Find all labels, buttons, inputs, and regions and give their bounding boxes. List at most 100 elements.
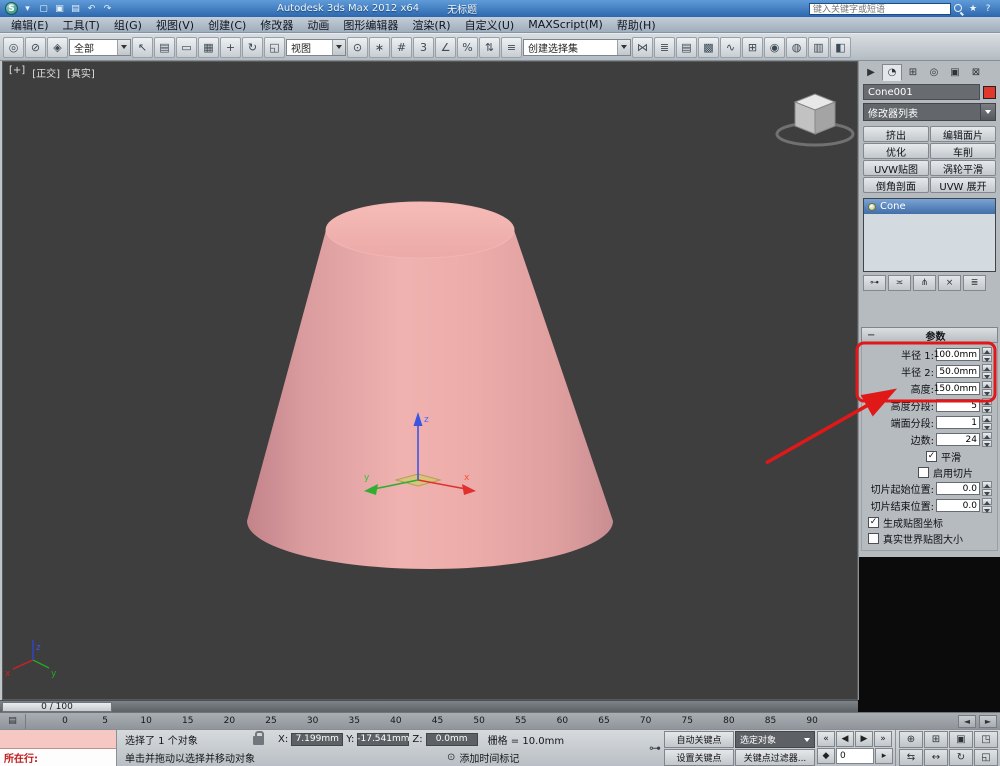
menu-item[interactable]: 渲染(R) — [405, 17, 457, 33]
viewport-label-item[interactable]: [+] — [9, 65, 25, 80]
remove-modifier-icon[interactable]: × — [938, 275, 961, 291]
modifier-button[interactable]: 挤出 — [863, 126, 929, 142]
radius2-field[interactable]: 50.0mm — [936, 365, 980, 378]
generate-mapping-checkbox[interactable]: ✓ — [868, 517, 879, 528]
menu-item[interactable]: 视图(V) — [149, 17, 201, 33]
communication-center-icon[interactable]: ★ — [966, 4, 980, 14]
pin-stack-icon[interactable]: ⊶ — [863, 275, 886, 291]
modifier-button[interactable]: 编辑面片 — [930, 126, 996, 142]
field-of-view-icon[interactable]: ⇆ — [899, 749, 923, 766]
modifier-list-dropdown[interactable]: 修改器列表 — [863, 103, 996, 121]
reference-coordinate-dropdown[interactable]: 视图 — [286, 39, 346, 56]
use-pivot-center-icon[interactable]: ⊙ — [347, 37, 368, 58]
set-key-button[interactable]: 设置关键点 — [664, 749, 734, 766]
add-time-tag-button[interactable]: 添加时间标记 — [459, 750, 519, 765]
selection-lock-icon[interactable] — [253, 736, 264, 745]
select-and-scale-icon[interactable]: ◱ — [264, 37, 285, 58]
keyword-search-input[interactable] — [809, 3, 951, 15]
menu-item[interactable]: 工具(T) — [56, 17, 107, 33]
make-unique-icon[interactable]: ⋔ — [913, 275, 936, 291]
modifier-stack[interactable]: Cone — [863, 198, 996, 272]
selection-filter-dropdown[interactable]: 全部 — [69, 39, 131, 56]
keyboard-override-icon[interactable]: # — [391, 37, 412, 58]
snap-toggle-3d-icon[interactable]: 3 — [413, 37, 434, 58]
current-frame-field[interactable]: 0 — [836, 748, 874, 764]
viewport-canvas[interactable]: z x y x y z — [3, 62, 857, 699]
sides-field[interactable]: 24 — [936, 433, 980, 446]
key-filters-button[interactable]: 关键点过滤器... — [735, 749, 815, 766]
slice-from-field[interactable]: 0.0 — [936, 482, 980, 495]
track-scroll-left-button[interactable]: ◄ — [958, 715, 976, 728]
y-coordinate-field[interactable]: -17.541mm — [357, 733, 409, 746]
help-icon[interactable]: ? — [981, 4, 995, 14]
height-spinner[interactable] — [982, 381, 992, 396]
auto-key-button[interactable]: 自动关键点 — [664, 731, 734, 748]
application-menu-icon[interactable]: ▾ — [20, 2, 35, 15]
z-coordinate-field[interactable]: 0.0mm — [426, 733, 478, 746]
menu-item[interactable]: 创建(C) — [201, 17, 253, 33]
unlink-selection-icon[interactable]: ⊘ — [25, 37, 46, 58]
show-end-result-icon[interactable]: ≍ — [888, 275, 911, 291]
app-logo-icon[interactable]: S — [5, 2, 18, 15]
cone-top-cap[interactable] — [326, 202, 514, 258]
cap-segments-field[interactable]: 1 — [936, 416, 980, 429]
tab-create[interactable]: ▶ — [861, 64, 881, 81]
modifier-button[interactable]: 车削 — [930, 143, 996, 159]
orbit-icon[interactable]: ↻ — [949, 749, 973, 766]
tab-hierarchy[interactable]: ⊞ — [903, 64, 923, 81]
radius2-spinner[interactable] — [982, 364, 992, 379]
visibility-bulb-icon[interactable] — [868, 203, 876, 211]
edit-named-selections-icon[interactable]: ≡ — [501, 37, 522, 58]
rectangular-selection-icon[interactable]: ▭ — [176, 37, 197, 58]
maxscript-macro-recorder[interactable] — [0, 730, 116, 749]
angle-snap-icon[interactable]: ∠ — [435, 37, 456, 58]
graphite-ribbon-icon[interactable]: ▩ — [698, 37, 719, 58]
save-file-icon[interactable]: ▤ — [68, 2, 83, 15]
render-production-icon[interactable]: ◧ — [830, 37, 851, 58]
select-object-icon[interactable]: ↖ — [132, 37, 153, 58]
play-animation-icon[interactable]: ▶ — [855, 731, 873, 747]
spinner-snap-icon[interactable]: ⇅ — [479, 37, 500, 58]
modifier-button[interactable]: 倒角剖面 — [863, 177, 929, 193]
tab-modify[interactable]: ◔ — [882, 64, 902, 81]
render-setup-icon[interactable]: ◍ — [786, 37, 807, 58]
search-icon[interactable] — [953, 3, 964, 14]
smooth-checkbox[interactable]: ✓ — [926, 451, 937, 462]
viewcube[interactable] — [777, 94, 853, 145]
menu-item[interactable]: 自定义(U) — [458, 17, 522, 33]
zoom-extents-icon[interactable]: ▣ — [949, 731, 973, 748]
new-scene-icon[interactable]: ▢ — [36, 2, 51, 15]
select-and-move-icon[interactable]: + — [220, 37, 241, 58]
tab-utilities[interactable]: ⊠ — [966, 64, 986, 81]
track-bar-options-button[interactable]: ▤ — [0, 714, 26, 729]
open-file-icon[interactable]: ▣ — [52, 2, 67, 15]
perspective-viewport[interactable]: [+] [正交] [真实] — [2, 61, 858, 700]
track-bar[interactable]: ▤ 051015202530354045505560657075808590 ◄… — [0, 712, 1000, 729]
select-and-link-icon[interactable]: ◎ — [3, 37, 24, 58]
enable-slice-checkbox[interactable] — [918, 467, 929, 478]
zoom-all-icon[interactable]: ⊞ — [924, 731, 948, 748]
curve-editor-icon[interactable]: ∿ — [720, 37, 741, 58]
tab-motion[interactable]: ◎ — [924, 64, 944, 81]
key-filter-dropdown[interactable]: 选定对象 — [735, 731, 815, 748]
modifier-button[interactable]: UVW贴图 — [863, 160, 929, 176]
set-keys-icon[interactable]: ⊶ — [646, 730, 664, 766]
menu-item[interactable]: 修改器 — [253, 17, 300, 33]
x-coordinate-field[interactable]: 7.199mm — [291, 733, 343, 746]
cap-segments-spinner[interactable] — [982, 415, 992, 430]
select-by-name-icon[interactable]: ▤ — [154, 37, 175, 58]
select-and-rotate-icon[interactable]: ↻ — [242, 37, 263, 58]
viewport-label-item[interactable]: [正交] — [32, 65, 60, 80]
maxscript-listener-input[interactable]: 所在行: — [0, 749, 116, 766]
material-editor-icon[interactable]: ◉ — [764, 37, 785, 58]
radius1-field[interactable]: 100.0mm — [936, 348, 980, 361]
menu-item[interactable]: 编辑(E) — [4, 17, 56, 33]
schematic-view-icon[interactable]: ⊞ — [742, 37, 763, 58]
rendered-frame-icon[interactable]: ▥ — [808, 37, 829, 58]
menu-item[interactable]: 图形编辑器 — [336, 17, 405, 33]
menu-item[interactable]: 帮助(H) — [610, 17, 663, 33]
pan-view-icon[interactable]: ↔ — [924, 749, 948, 766]
percent-snap-icon[interactable]: % — [457, 37, 478, 58]
viewport-label-item[interactable]: [真实] — [67, 65, 95, 80]
real-world-map-checkbox[interactable] — [868, 533, 879, 544]
